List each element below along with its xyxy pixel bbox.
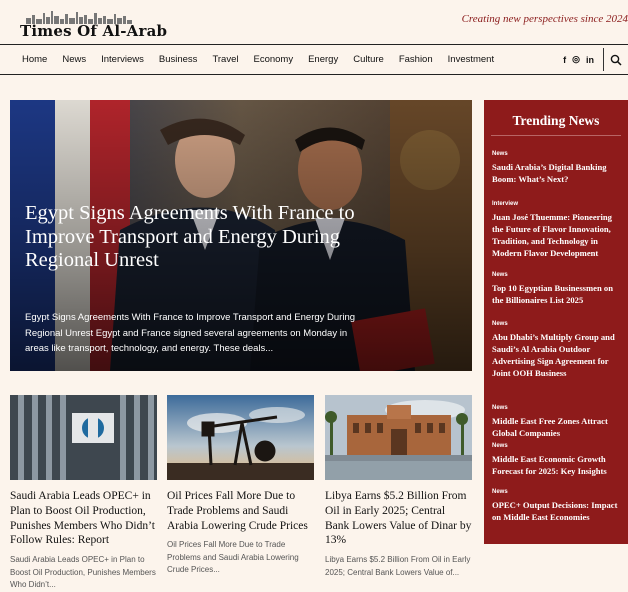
article-title[interactable]: Oil Prices Fall More Due to Trade Proble… <box>167 489 314 533</box>
nav-item-energy[interactable]: Energy <box>308 54 338 65</box>
trending-title[interactable]: Middle East Free Zones Attract Global Co… <box>492 415 622 439</box>
oil-pump-image <box>167 395 314 480</box>
trending-category[interactable]: News <box>492 151 622 157</box>
trending-item[interactable]: News Middle East Free Zones Attract Globa… <box>492 405 622 439</box>
nav-item-culture[interactable]: Culture <box>353 54 384 65</box>
trending-item[interactable]: News Middle East Economic Growth Forecast… <box>492 443 622 477</box>
trending-title[interactable]: OPEC+ Output Decisions: Impact on Middle… <box>492 499 622 523</box>
trending-sidebar: Trending News News Saudi Arabia’s Digital… <box>484 100 628 544</box>
nav-item-home[interactable]: Home <box>22 54 47 65</box>
article-excerpt: Oil Prices Fall More Due to Trade Proble… <box>167 540 299 575</box>
site-logo-text: Times Of Al-Arab <box>20 22 168 40</box>
instagram-icon[interactable]: ◎ <box>572 54 580 65</box>
trending-item[interactable]: News Saudi Arabia’s Digital Banking Boom:… <box>492 151 622 185</box>
linkedin-icon[interactable]: in <box>586 55 594 65</box>
article-card[interactable]: Oil Prices Fall More Due to Trade Proble… <box>167 395 314 577</box>
nav-divider <box>603 48 604 71</box>
trending-item[interactable]: News Abu Dhabi’s Multiply Group and Saudi… <box>492 321 622 379</box>
trending-title[interactable]: Saudi Arabia’s Digital Banking Boom: Wha… <box>492 161 622 185</box>
opec-building-image <box>10 395 157 480</box>
trending-title[interactable]: Top 10 Egyptian Businessmen on the Billi… <box>492 282 622 306</box>
nav-menu: Home News Interviews Business Travel Economy E… <box>22 45 509 74</box>
nav-item-investment[interactable]: Investment <box>448 54 494 65</box>
hero-headline[interactable]: Egypt Signs Agreements With France to Im… <box>25 202 355 273</box>
site-header: Times Of Al-Arab Creating new perspectiv… <box>0 0 628 44</box>
article-thumbnail[interactable] <box>325 395 472 480</box>
nav-item-news[interactable]: News <box>62 54 86 65</box>
article-thumbnail[interactable] <box>10 395 157 480</box>
social-links: f ◎ in <box>563 45 594 74</box>
trending-category[interactable]: News <box>492 321 622 327</box>
hero-article[interactable]: Egypt Signs Agreements With France to Im… <box>10 100 472 371</box>
trending-item[interactable]: News OPEC+ Output Decisions: Impact on Mi… <box>492 489 622 523</box>
site-logo[interactable]: Times Of Al-Arab <box>20 10 167 40</box>
article-title[interactable]: Libya Earns $5.2 Billion From Oil in Ear… <box>325 489 472 548</box>
trending-category[interactable]: News <box>492 443 622 449</box>
site-tagline: Creating new perspectives since 2024 <box>461 13 628 25</box>
search-icon[interactable] <box>610 54 622 66</box>
hero-excerpt: Egypt Signs Agreements With France to Im… <box>25 312 356 354</box>
nav-item-business[interactable]: Business <box>159 54 198 65</box>
trending-title[interactable]: Abu Dhabi’s Multiply Group and Saudi’s A… <box>492 331 622 379</box>
trending-divider <box>491 135 621 136</box>
article-title[interactable]: Saudi Arabia Leads OPEC+ in Plan to Boos… <box>10 489 157 548</box>
trending-category[interactable]: News <box>492 489 622 495</box>
article-excerpt: Libya Earns $5.2 Billion From Oil in Ear… <box>325 555 471 577</box>
facebook-icon[interactable]: f <box>563 55 566 65</box>
nav-item-interviews[interactable]: Interviews <box>101 54 144 65</box>
trending-category[interactable]: News <box>492 272 622 278</box>
trending-category[interactable]: News <box>492 405 622 411</box>
libya-building-image <box>325 395 472 480</box>
trending-category[interactable]: Interview <box>492 201 622 207</box>
nav-item-fashion[interactable]: Fashion <box>399 54 433 65</box>
trending-item[interactable]: News Top 10 Egyptian Businessmen on the B… <box>492 272 622 306</box>
article-thumbnail[interactable] <box>167 395 314 480</box>
trending-title[interactable]: Juan José Thuemme: Pioneering the Future… <box>492 211 622 259</box>
article-card[interactable]: Libya Earns $5.2 Billion From Oil in Ear… <box>325 395 472 579</box>
article-card[interactable]: Saudi Arabia Leads OPEC+ in Plan to Boos… <box>10 395 157 592</box>
main-nav: Home News Interviews Business Travel Economy E… <box>0 44 628 75</box>
trending-title[interactable]: Middle East Economic Growth Forecast for… <box>492 453 622 477</box>
article-excerpt: Saudi Arabia Leads OPEC+ in Plan to Boos… <box>10 555 156 590</box>
trending-heading: Trending News <box>512 113 600 128</box>
nav-item-travel[interactable]: Travel <box>212 54 238 65</box>
nav-item-economy[interactable]: Economy <box>253 54 293 65</box>
trending-item[interactable]: Interview Juan José Thuemme: Pioneering t… <box>492 201 622 259</box>
